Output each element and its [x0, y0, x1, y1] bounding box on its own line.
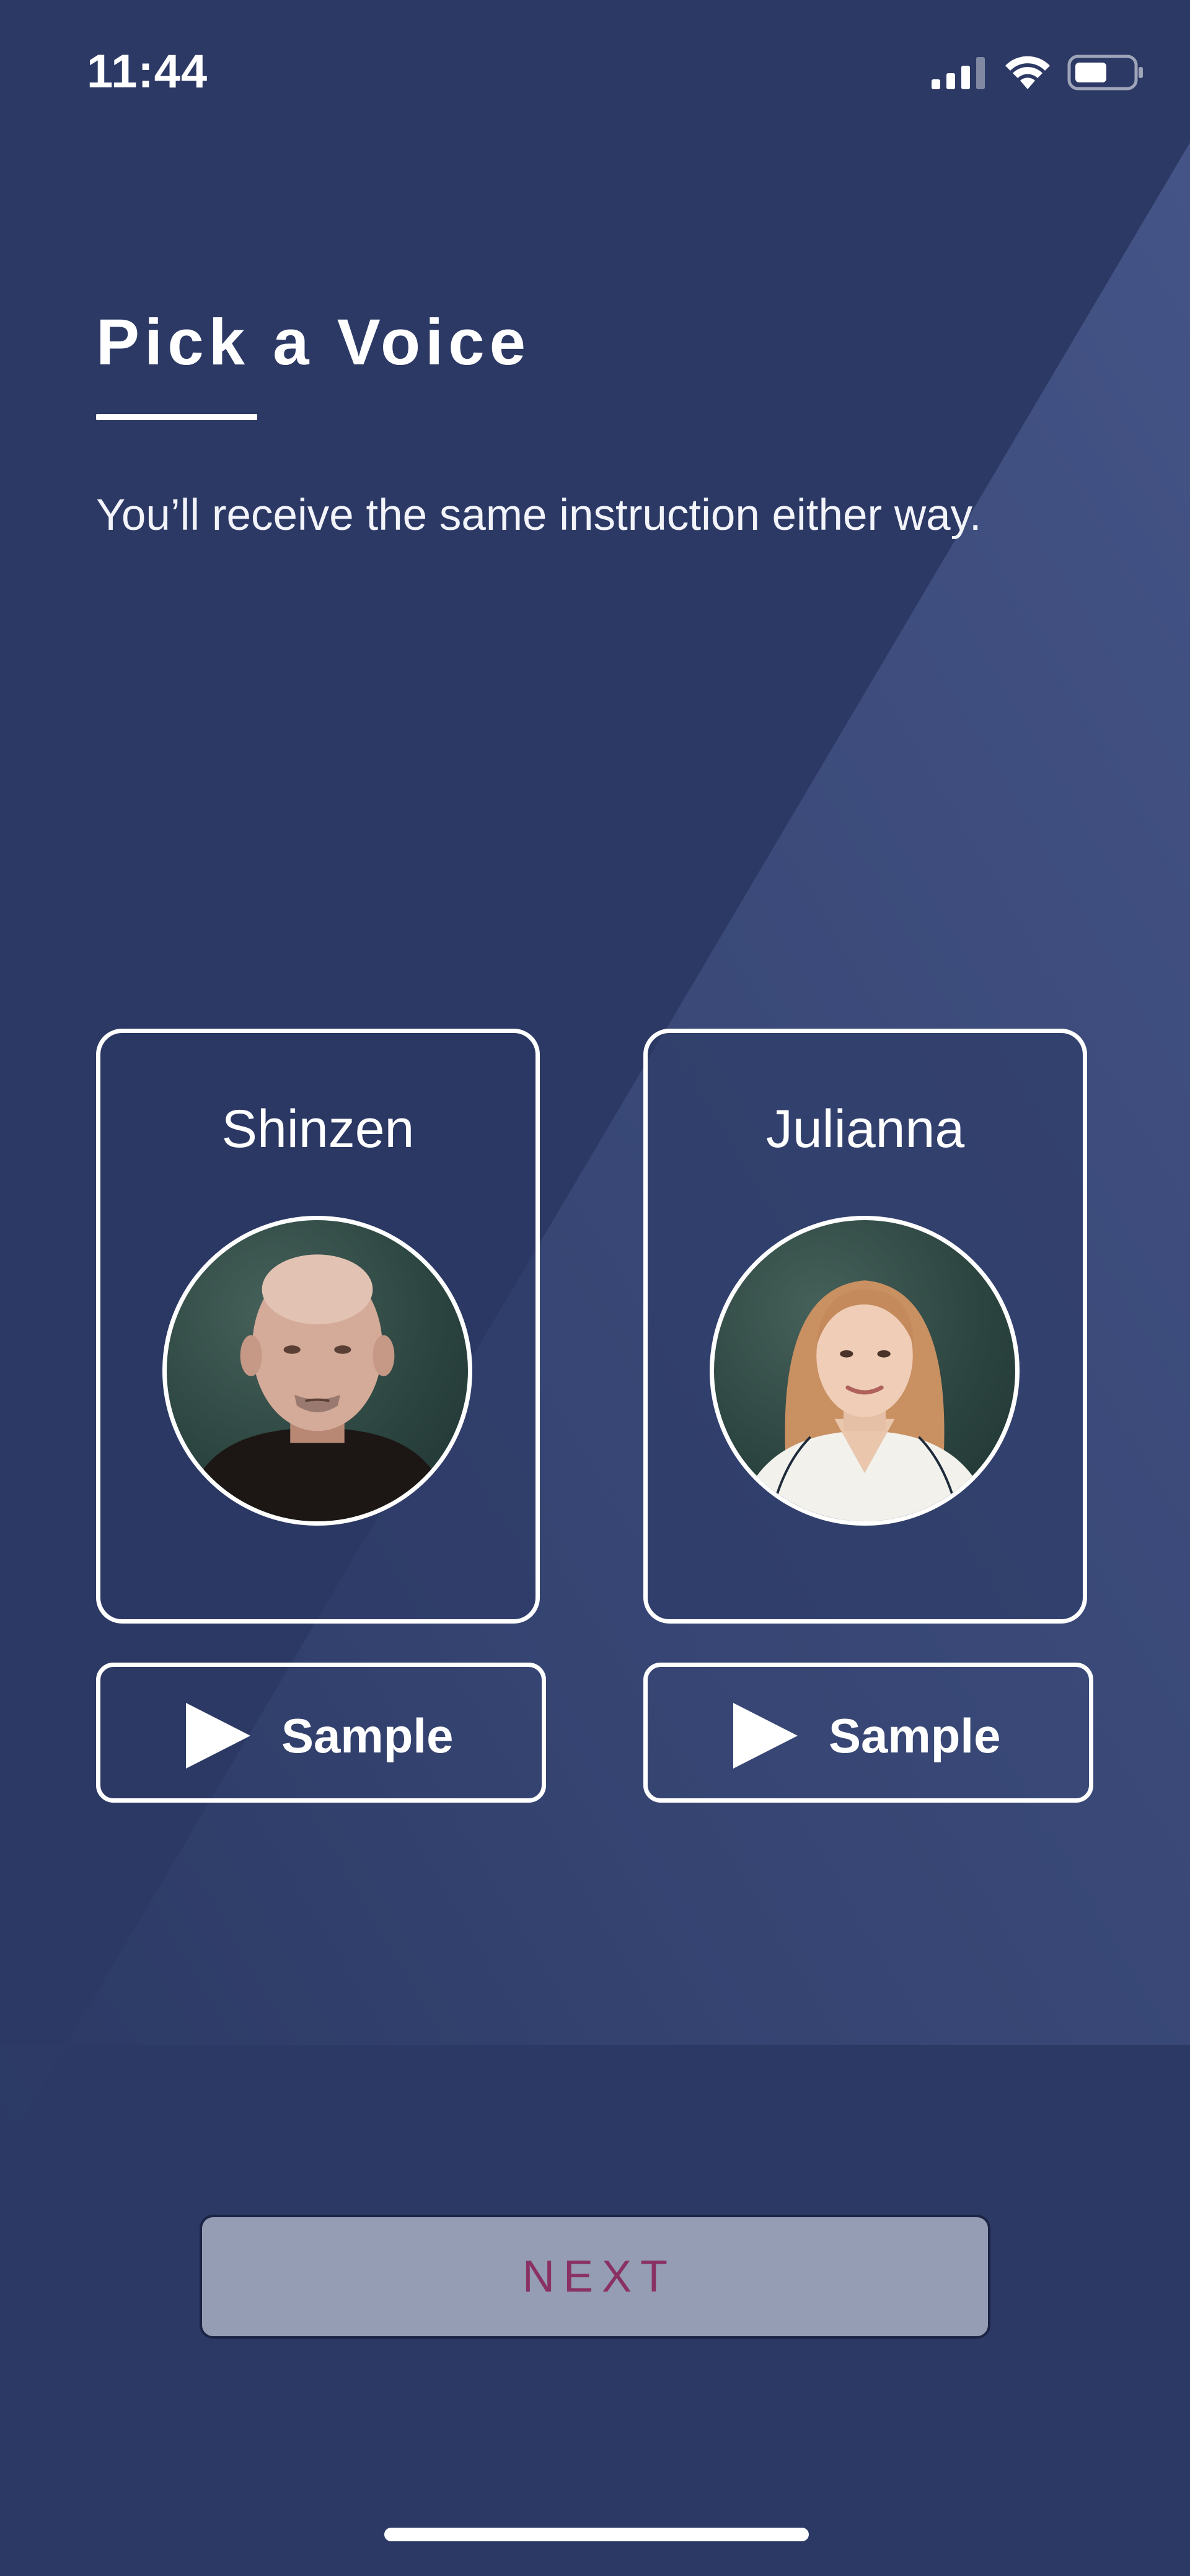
- page-title: Pick a Voice: [96, 306, 531, 379]
- sample-label: Sample: [829, 1708, 1001, 1763]
- julianna-portrait-photo: [738, 1280, 992, 1521]
- play-icon: [186, 1703, 250, 1769]
- status-time: 11:44: [87, 45, 208, 98]
- sample-button-julianna[interactable]: Sample: [643, 1663, 1093, 1803]
- play-icon: [733, 1703, 798, 1769]
- sample-label: Sample: [281, 1708, 454, 1763]
- wifi-icon: [1005, 56, 1050, 89]
- shinzen-portrait-photo: [185, 1254, 450, 1521]
- voice-name: Julianna: [765, 1099, 965, 1159]
- title-underline: [96, 414, 257, 420]
- sample-button-shinzen[interactable]: Sample: [96, 1663, 546, 1803]
- home-indicator[interactable]: [384, 2528, 809, 2541]
- voice-name: Shinzen: [221, 1099, 415, 1159]
- shinzen-avatar: [162, 1216, 472, 1526]
- cellular-signal-icon: [932, 57, 985, 89]
- voice-card-shinzen[interactable]: Shinzen: [96, 1029, 540, 1624]
- voice-card-julianna[interactable]: Julianna: [643, 1029, 1087, 1624]
- julianna-avatar: [710, 1216, 1020, 1526]
- next-button[interactable]: NEXT: [200, 2215, 990, 2339]
- page-subtitle: You’ll receive the same instruction eith…: [96, 491, 982, 540]
- battery-icon: [1067, 55, 1143, 90]
- status-bar: 11:44: [0, 0, 1190, 143]
- next-button-label: NEXT: [522, 2252, 677, 2301]
